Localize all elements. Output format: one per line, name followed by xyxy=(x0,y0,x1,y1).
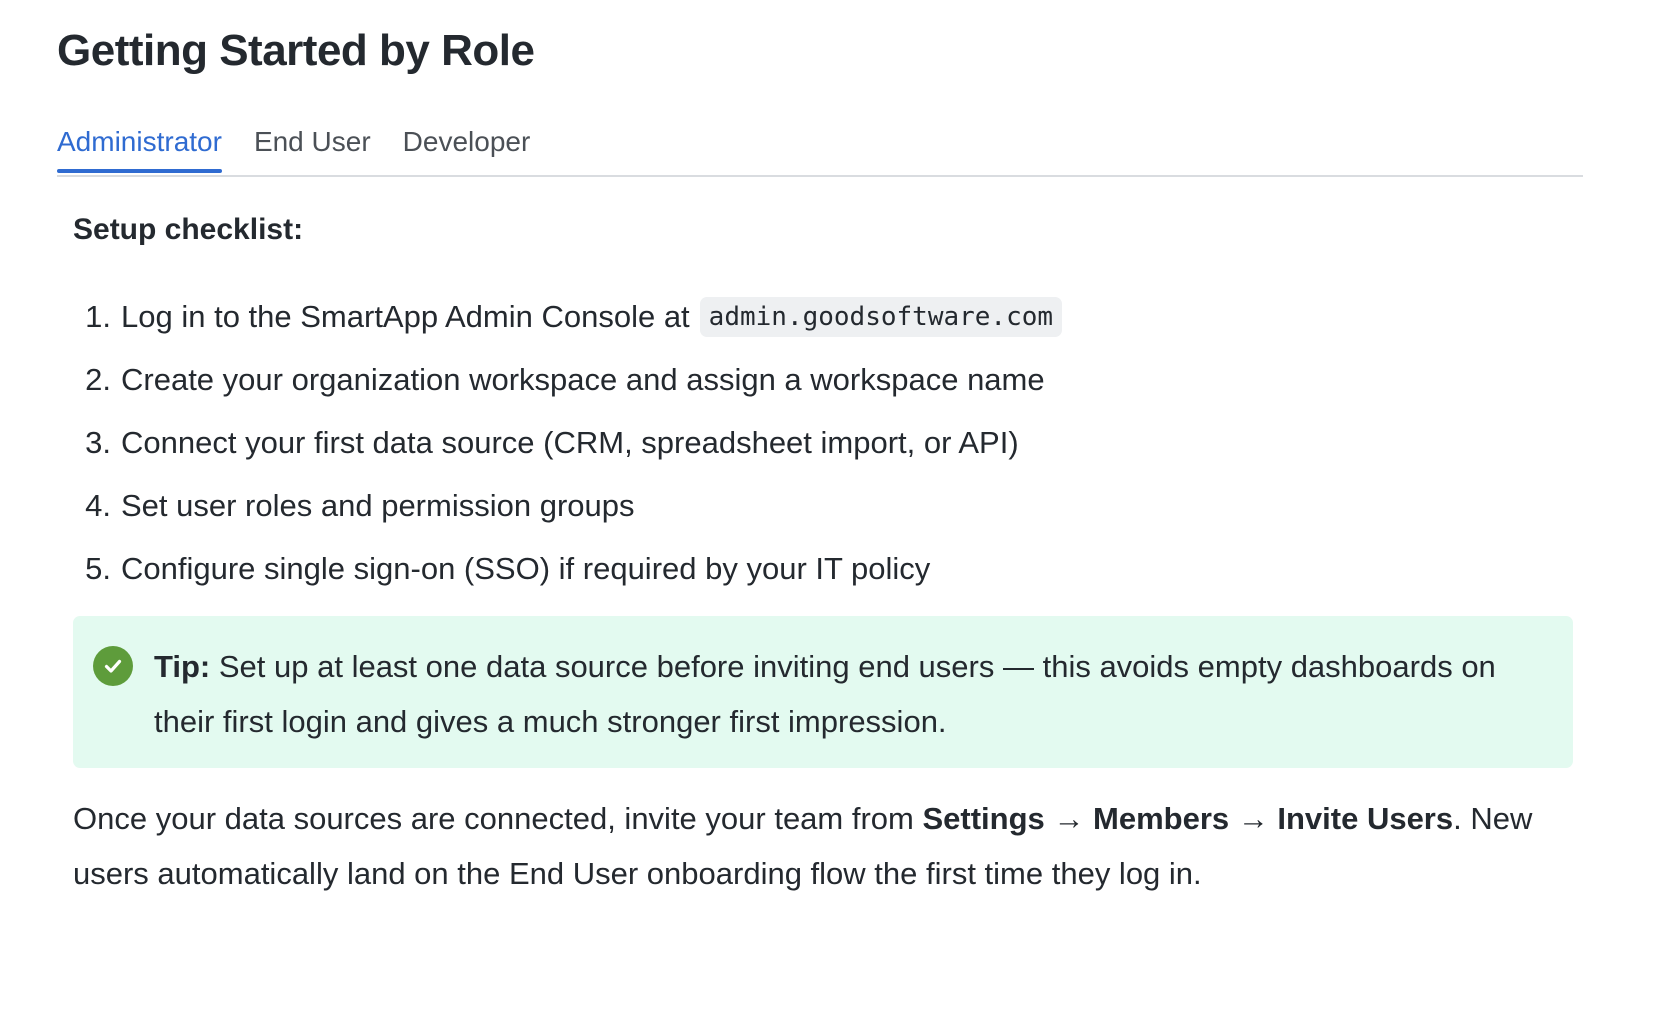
step-text: Configure single sign-on (SSO) if requir… xyxy=(121,550,931,586)
checklist-item: 1. Log in to the SmartApp Admin Console … xyxy=(73,285,1063,348)
admin-console-url: admin.goodsoftware.com xyxy=(699,296,1063,337)
step-text: Set user roles and permission groups xyxy=(121,487,635,523)
outro-text-start: Once your data sources are connected, in… xyxy=(73,801,923,836)
step-text: Create your organization workspace and a… xyxy=(121,361,1045,397)
setup-checklist-heading: Setup checklist: xyxy=(73,213,304,246)
step-number: 1. xyxy=(85,298,111,334)
tip-callout: Tip: Set up at least one data source bef… xyxy=(73,616,1573,768)
tab-developer[interactable]: Developer xyxy=(403,121,531,171)
path-members: Members xyxy=(1093,801,1230,836)
step-number: 5. xyxy=(85,550,111,586)
tab-panel-administrator: Setup checklist: 1. Log in to the SmartA… xyxy=(73,213,1573,891)
step-number: 3. xyxy=(85,424,111,460)
path-invite-users: Invite Users xyxy=(1277,801,1454,836)
path-arrow: → xyxy=(1044,801,1094,836)
tip-text: Tip: Set up at least one data source bef… xyxy=(154,639,1513,749)
setup-checklist: 1. Log in to the SmartApp Admin Console … xyxy=(73,285,1063,600)
step-number: 2. xyxy=(85,361,111,397)
path-arrow: → xyxy=(1229,801,1278,836)
tab-end-user[interactable]: End User xyxy=(254,121,371,171)
checkmark-icon xyxy=(104,659,122,673)
path-settings: Settings xyxy=(922,801,1045,836)
page-title: Getting Started by Role xyxy=(57,26,535,75)
invite-instructions: Once your data sources are connected, in… xyxy=(73,791,1573,901)
tab-administrator[interactable]: Administrator xyxy=(57,121,222,173)
check-circle-icon xyxy=(93,646,133,686)
step-number: 4. xyxy=(85,487,111,523)
tip-label: Tip: xyxy=(154,649,211,684)
step-text: Connect your first data source (CRM, spr… xyxy=(121,424,1019,460)
role-tabs: Administrator End User Developer xyxy=(57,121,1583,177)
checklist-item: 3. Connect your first data source (CRM, … xyxy=(73,411,1062,474)
checklist-item: 4. Set user roles and permission groups xyxy=(73,474,1062,537)
checklist-item: 2. Create your organization workspace an… xyxy=(73,348,1062,411)
step-text: Log in to the SmartApp Admin Console at xyxy=(121,298,690,334)
tip-body: Set up at least one data source before i… xyxy=(154,649,1496,739)
checklist-item: 5. Configure single sign-on (SSO) if req… xyxy=(73,537,1062,600)
